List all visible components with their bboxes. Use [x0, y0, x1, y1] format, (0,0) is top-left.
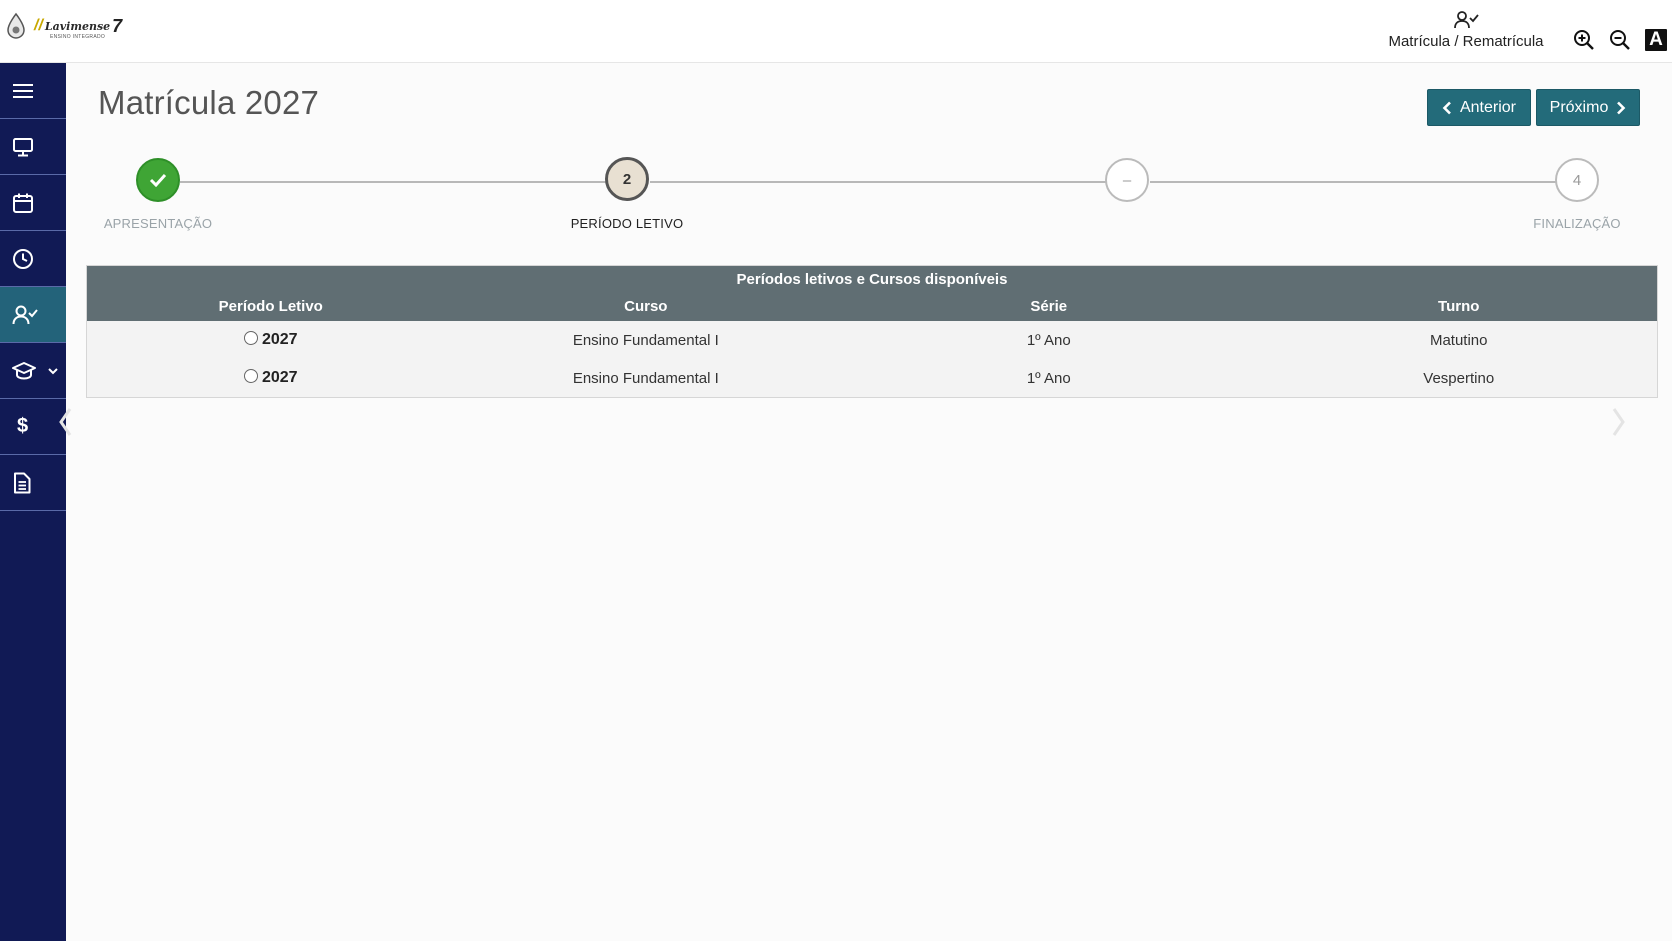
cell-curso: Ensino Fundamental I — [572, 369, 719, 387]
cell-turno: Matutino — [1429, 331, 1488, 349]
user-check-icon — [12, 305, 38, 324]
cell-turno: Vespertino — [1423, 369, 1495, 387]
step-2-number: 2 — [622, 170, 632, 188]
stepper-connector — [1150, 181, 1556, 183]
sidebar-item-academic[interactable] — [0, 343, 66, 399]
table-row[interactable]: 2027 Ensino Fundamental I 1º Ano Vespert… — [87, 359, 1657, 397]
logo-text: Lavimense — [44, 19, 111, 33]
step-4-number: 4 — [1572, 171, 1582, 189]
sidebar-item-enrollment[interactable] — [0, 287, 66, 343]
column-header-periodo: Período Letivo — [87, 293, 455, 321]
table-row[interactable]: 2027 Ensino Fundamental I 1º Ano Matutin… — [87, 321, 1657, 359]
previous-button[interactable]: Anterior — [1427, 89, 1531, 126]
page-title: Matrícula 2027 — [98, 84, 320, 121]
module-indicator[interactable]: Matrícula / Rematrícula — [1384, 10, 1548, 51]
sidebar: $ — [0, 63, 66, 941]
graduation-cap-icon — [12, 361, 36, 380]
table-caption: Períodos letivos e Cursos disponíveis — [87, 266, 1657, 293]
step-4-circle[interactable]: 4 — [1555, 158, 1599, 202]
column-header-turno: Turno — [1260, 293, 1657, 321]
step-3-number: – — [1122, 171, 1132, 189]
font-size-icon: A — [1649, 29, 1663, 50]
logo-seven-mark: 7 — [112, 15, 123, 36]
user-check-icon — [1454, 11, 1479, 29]
document-icon — [14, 472, 31, 493]
column-header-serie: Série — [837, 293, 1261, 321]
chevron-left-icon — [1442, 101, 1451, 114]
sidebar-item-menu[interactable] — [0, 63, 66, 119]
chevron-down-icon — [48, 368, 58, 375]
next-button[interactable]: Próximo — [1536, 89, 1640, 126]
carousel-prev-icon[interactable] — [58, 407, 72, 437]
period-year: 2027 — [261, 369, 298, 386]
menu-icon — [13, 83, 33, 98]
cell-serie: 1º Ano — [1026, 369, 1071, 387]
font-size-button[interactable]: A — [1645, 29, 1667, 51]
stepper-connector — [650, 181, 1106, 183]
logo-subtitle: ENSINO INTEGRADO — [50, 33, 106, 40]
step-2-label: PERÍODO LETIVO — [570, 216, 684, 231]
cell-curso: Ensino Fundamental I — [572, 331, 719, 349]
sidebar-item-documents[interactable] — [0, 455, 66, 511]
chevron-right-icon — [1617, 101, 1626, 114]
next-button-label: Próximo — [1549, 98, 1609, 116]
step-4-label: FINALIZAÇÃO — [1533, 216, 1621, 231]
cell-periodo: 2027 — [87, 359, 455, 397]
checkmark-icon — [149, 173, 167, 187]
column-header-curso: Curso — [454, 293, 838, 321]
previous-button-label: Anterior — [1459, 98, 1517, 116]
calendar-icon — [13, 193, 33, 213]
step-1-label: APRESENTAÇÃO — [103, 216, 213, 231]
sidebar-item-financial[interactable]: $ — [0, 399, 66, 455]
sidebar-item-schedule[interactable] — [0, 231, 66, 287]
periods-table: Períodos letivos e Cursos disponíveis Pe… — [86, 265, 1658, 398]
step-1-circle[interactable] — [136, 158, 180, 202]
zoom-in-button[interactable] — [1572, 28, 1596, 52]
table-header-row: Período Letivo Curso Série Turno — [87, 293, 1657, 321]
period-radio[interactable] — [243, 331, 258, 345]
cell-serie: 1º Ano — [1026, 331, 1071, 349]
zoom-out-icon — [1610, 30, 1630, 50]
zoom-in-icon — [1574, 30, 1594, 50]
module-label: Matrícula / Rematrícula — [1388, 33, 1544, 50]
monitor-icon — [13, 137, 33, 156]
logo-stripes: // — [34, 17, 43, 34]
step-3-circle[interactable]: – — [1105, 158, 1149, 202]
stepper-connector — [180, 181, 606, 183]
carousel-next-icon[interactable] — [1612, 407, 1626, 437]
drop-emblem-icon — [7, 12, 25, 39]
cell-periodo: 2027 — [87, 321, 455, 359]
period-radio[interactable] — [243, 369, 258, 383]
period-year: 2027 — [261, 331, 298, 348]
dollar-icon: $ — [17, 415, 29, 437]
sidebar-item-dashboard[interactable] — [0, 119, 66, 175]
zoom-out-button[interactable] — [1608, 28, 1632, 52]
top-bar: // Lavimense 7 ENSINO INTEGRADO Matrícul… — [0, 0, 1672, 63]
clock-icon — [13, 248, 33, 269]
school-logo[interactable]: // Lavimense 7 ENSINO INTEGRADO — [4, 12, 122, 40]
step-2-circle[interactable]: 2 — [605, 157, 649, 201]
sidebar-item-calendar[interactable] — [0, 175, 66, 231]
